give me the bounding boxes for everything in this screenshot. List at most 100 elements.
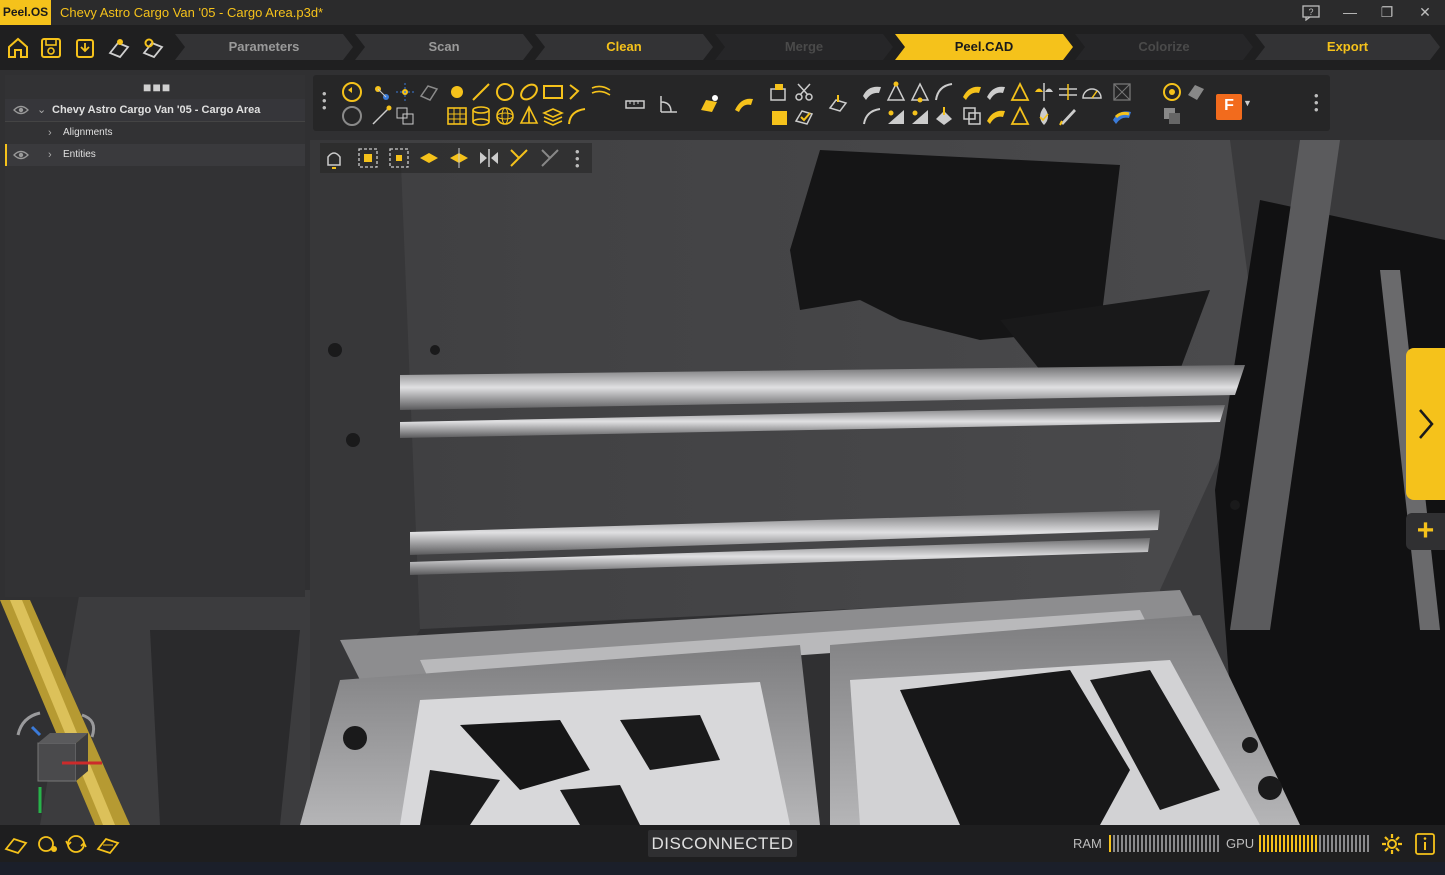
point-icon[interactable]	[446, 81, 468, 103]
export-file-icon[interactable]	[72, 35, 98, 61]
step-icon[interactable]	[885, 105, 907, 127]
sweep-icon[interactable]	[985, 81, 1007, 103]
boolean-icon[interactable]	[961, 105, 983, 127]
scanner-status-icon[interactable]	[4, 833, 28, 855]
pen-icon[interactable]	[1057, 105, 1079, 127]
select-box-icon[interactable]	[394, 105, 416, 127]
toolbar-grip-icon[interactable]: • • •	[322, 87, 327, 114]
curve-icon[interactable]	[933, 81, 955, 103]
scan-object-icon[interactable]	[1185, 81, 1207, 103]
home-icon[interactable]	[5, 35, 31, 61]
bell-icon[interactable]	[323, 147, 345, 169]
info-icon[interactable]	[1414, 832, 1436, 856]
surface-fit-icon[interactable]	[861, 81, 883, 103]
target-icon[interactable]	[1161, 81, 1183, 103]
restore-button[interactable]: ❐	[1369, 0, 1405, 25]
expand-chevron-icon[interactable]: ›	[48, 122, 52, 144]
scissors-icon[interactable]	[793, 81, 815, 103]
view-orientation-gizmo[interactable]	[10, 705, 110, 820]
save-icon[interactable]	[38, 35, 64, 61]
polyline-icon[interactable]	[566, 81, 588, 103]
cylinder-icon[interactable]	[470, 105, 492, 127]
auto-surface-icon[interactable]	[698, 93, 720, 115]
scanner-icon[interactable]	[106, 35, 132, 61]
triangle-vertex-icon[interactable]	[885, 81, 907, 103]
project-icon[interactable]	[827, 93, 849, 115]
select-line-icon[interactable]	[370, 105, 392, 127]
cone-icon[interactable]	[518, 105, 540, 127]
select-vertices-icon[interactable]	[370, 81, 392, 103]
snap-icon[interactable]	[508, 147, 530, 169]
view-toolbar-grip-icon[interactable]: • • •	[575, 145, 580, 172]
scanner-settings-icon[interactable]	[140, 35, 166, 61]
app-logo[interactable]: Peel.OS	[0, 0, 51, 25]
rectangle-icon[interactable]	[542, 81, 564, 103]
close-button[interactable]: ✕	[1407, 0, 1443, 25]
expand-right-panel-button[interactable]	[1406, 348, 1445, 500]
select-points-icon[interactable]	[394, 81, 416, 103]
settings-gear-icon[interactable]	[1380, 832, 1404, 856]
panel-drag-handle-icon[interactable]: ■■■	[143, 79, 171, 95]
dropdown-arrow-icon[interactable]: ▼	[1243, 98, 1252, 108]
ellipse-icon[interactable]	[518, 81, 540, 103]
sphere-icon[interactable]	[494, 105, 516, 127]
add-button[interactable]: +	[1406, 513, 1445, 550]
extrude-icon[interactable]	[933, 105, 955, 127]
expand-chevron-icon[interactable]: ›	[48, 144, 52, 166]
undo-icon[interactable]	[341, 81, 363, 103]
blend-icon[interactable]	[985, 105, 1007, 127]
freeform-surface-icon[interactable]	[733, 93, 755, 115]
select-mesh-icon[interactable]	[418, 81, 440, 103]
circle-icon[interactable]	[494, 81, 516, 103]
extract-icon[interactable]	[768, 81, 790, 103]
redo-icon[interactable]	[341, 105, 363, 127]
measure-angle-icon[interactable]	[658, 93, 680, 115]
help-icon[interactable]: ?	[1293, 0, 1329, 25]
view-top-icon[interactable]	[448, 147, 470, 169]
gauge-icon[interactable]	[1081, 81, 1103, 103]
check-drop-icon[interactable]	[1033, 105, 1055, 127]
visibility-eye-icon[interactable]	[13, 144, 29, 174]
minimize-button[interactable]: —	[1332, 0, 1368, 25]
arc-tool-icon[interactable]	[861, 105, 883, 127]
line-icon[interactable]	[470, 81, 492, 103]
color-surface-icon[interactable]	[1111, 105, 1133, 127]
triangle-yellow-icon[interactable]	[1009, 105, 1031, 127]
collapse-chevron-icon[interactable]: ⌄	[37, 99, 46, 121]
stage-colorize[interactable]: Colorize	[1075, 34, 1253, 60]
align-icon[interactable]	[1057, 81, 1079, 103]
fill-box-icon[interactable]	[768, 105, 790, 127]
grid-plane-icon[interactable]	[446, 105, 468, 127]
stage-merge[interactable]: Merge	[715, 34, 893, 60]
zoom-selection-icon[interactable]	[388, 147, 410, 169]
split-icon[interactable]	[1033, 81, 1055, 103]
loft-icon[interactable]	[961, 81, 983, 103]
check-surface-icon[interactable]	[793, 105, 815, 127]
fusion360-icon[interactable]: F	[1216, 94, 1242, 120]
tracking-icon[interactable]	[36, 833, 60, 855]
sync-icon[interactable]	[64, 833, 88, 855]
stage-clean[interactable]: Clean	[535, 34, 713, 60]
offset-lines-icon[interactable]	[590, 81, 612, 103]
mirror-icon[interactable]	[478, 147, 500, 169]
calibration-icon[interactable]	[95, 833, 121, 855]
more-options-icon[interactable]: • • •	[1314, 89, 1319, 116]
stage-scan[interactable]: Scan	[355, 34, 533, 60]
tree-row-alignments[interactable]: › Alignments	[5, 122, 305, 144]
wireframe-icon[interactable]	[1111, 81, 1133, 103]
tree-row-root[interactable]: ⌄ Chevy Astro Cargo Van '05 - Cargo Area	[5, 99, 305, 121]
zoom-fit-icon[interactable]	[357, 147, 379, 169]
stage-peel-cad[interactable]: Peel.CAD	[895, 34, 1073, 60]
tree-row-entities[interactable]: › Entities	[5, 144, 305, 166]
triangle-outline-icon[interactable]	[1009, 81, 1031, 103]
step-down-icon[interactable]	[909, 105, 931, 127]
snap-off-icon[interactable]	[539, 147, 561, 169]
measure-ruler-icon[interactable]	[624, 93, 646, 115]
triangle-edge-icon[interactable]	[909, 81, 931, 103]
view-plane-icon[interactable]	[418, 147, 440, 169]
stage-parameters[interactable]: Parameters	[175, 34, 353, 60]
arc-surface-icon[interactable]	[566, 105, 588, 127]
layers-icon[interactable]	[542, 105, 564, 127]
stage-export[interactable]: Export	[1255, 34, 1440, 60]
stack-icon[interactable]	[1161, 105, 1183, 127]
